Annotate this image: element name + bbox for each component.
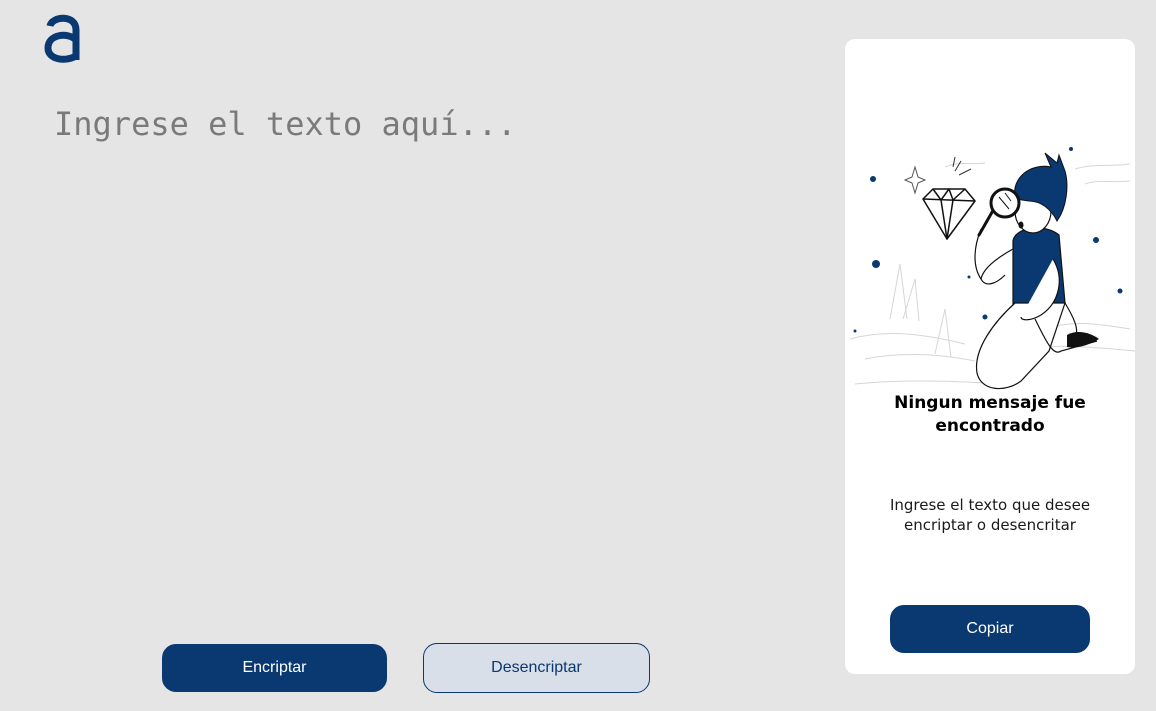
message-input[interactable] <box>54 100 794 600</box>
encrypt-button[interactable]: Encriptar <box>162 644 387 692</box>
person-with-magnifying-glass-illustration <box>849 147 1135 390</box>
page: Encriptar Desencriptar <box>0 0 1156 711</box>
alura-logo-icon[interactable] <box>42 12 82 64</box>
decrypt-button[interactable]: Desencriptar <box>423 643 650 693</box>
empty-state-description: Ingrese el texto que desee encriptar o d… <box>889 496 1091 534</box>
copy-button[interactable]: Copiar <box>890 605 1090 653</box>
output-panel: Ningun mensaje fue encontrado Ingrese el… <box>845 39 1135 674</box>
empty-state-title: Ningun mensaje fue encontrado <box>894 393 1086 436</box>
